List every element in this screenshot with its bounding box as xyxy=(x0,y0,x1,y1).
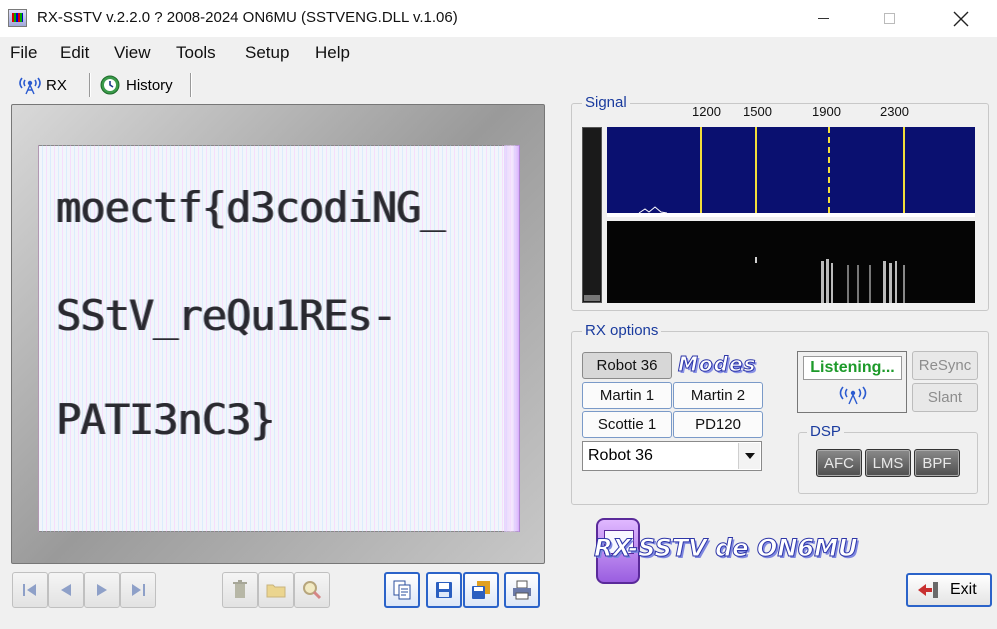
menu-file[interactable]: File xyxy=(10,43,37,63)
decoded-image: moectf{d3codiNG_ SStV_reQu1REs- PATI3nC3… xyxy=(38,145,520,532)
brand-logo-text: RX-SSTV de ON6MU xyxy=(593,534,858,563)
freq-marker-1500 xyxy=(755,127,757,213)
mode-martin2-button[interactable]: Martin 2 xyxy=(673,382,763,409)
prev-image-button[interactable] xyxy=(48,572,84,608)
spectrum-trace xyxy=(638,206,668,214)
menu-edit[interactable]: Edit xyxy=(60,43,89,63)
delete-button[interactable] xyxy=(222,572,258,608)
mode-scottie1-button[interactable]: Scottie 1 xyxy=(582,411,672,438)
print-button[interactable] xyxy=(504,572,540,608)
modes-logo: Modes xyxy=(677,352,757,377)
open-folder-button[interactable] xyxy=(258,572,294,608)
decoded-text-line: moectf{d3codiNG_ xyxy=(56,183,446,232)
lms-button[interactable]: LMS xyxy=(865,449,911,477)
freq-label-1200: 1200 xyxy=(692,104,721,119)
spectrum-display xyxy=(607,127,975,217)
save-icon xyxy=(436,582,452,598)
listening-status: Listening... xyxy=(803,356,902,380)
signal-level-meter xyxy=(582,127,602,303)
antenna-icon xyxy=(839,386,867,405)
save-as-icon xyxy=(472,581,490,599)
exit-label: Exit xyxy=(950,581,977,598)
resync-button[interactable]: ReSync xyxy=(912,351,978,380)
app-icon[interactable] xyxy=(8,9,27,27)
freq-marker-2300 xyxy=(903,127,905,213)
mode-select-value: Robot 36 xyxy=(588,447,653,464)
mode-robot36-button[interactable]: Robot 36 xyxy=(582,352,672,379)
minimize-icon xyxy=(817,18,829,19)
freq-marker-1200 xyxy=(700,127,702,213)
bpf-button[interactable]: BPF xyxy=(914,449,960,477)
zoom-icon xyxy=(303,581,322,600)
copy-button[interactable] xyxy=(384,572,420,608)
maximize-button[interactable] xyxy=(866,0,912,37)
menu-view[interactable]: View xyxy=(114,43,151,63)
tab-history-label: History xyxy=(126,76,173,94)
trash-icon xyxy=(233,580,247,598)
mode-pd120-button[interactable]: PD120 xyxy=(673,411,763,438)
folder-icon xyxy=(266,584,286,598)
menu-setup[interactable]: Setup xyxy=(245,43,289,63)
signal-label: Signal xyxy=(582,94,630,111)
menu-bar: File Edit View Tools Setup Help xyxy=(0,37,997,67)
tab-rx[interactable]: RX xyxy=(16,70,88,100)
chevron-down-icon[interactable] xyxy=(738,443,760,469)
maximize-icon xyxy=(883,13,895,24)
exit-button[interactable]: Exit xyxy=(906,573,992,607)
dsp-label: DSP xyxy=(807,423,844,440)
tab-rx-label: RX xyxy=(46,76,67,94)
decoded-text-line: SStV_reQu1REs- xyxy=(56,291,397,340)
close-icon xyxy=(953,11,969,26)
menu-help[interactable]: Help xyxy=(315,43,350,63)
next-image-button[interactable] xyxy=(84,572,120,608)
slant-button[interactable]: Slant xyxy=(912,383,978,412)
afc-button[interactable]: AFC xyxy=(816,449,862,477)
freq-marker-1900 xyxy=(828,127,830,213)
freq-label-1500: 1500 xyxy=(743,104,772,119)
waterfall-display xyxy=(607,221,975,303)
mode-martin1-button[interactable]: Martin 1 xyxy=(582,382,672,409)
last-image-button[interactable] xyxy=(120,572,156,608)
save-as-button[interactable] xyxy=(463,572,499,608)
close-button[interactable] xyxy=(938,0,984,37)
freq-label-2300: 2300 xyxy=(880,104,909,119)
minimize-button[interactable] xyxy=(800,0,846,37)
exit-icon xyxy=(918,582,938,598)
waterfall-signal xyxy=(755,257,905,303)
status-box: Listening... xyxy=(797,351,907,413)
first-image-button[interactable] xyxy=(12,572,48,608)
save-button[interactable] xyxy=(426,572,462,608)
antenna-icon xyxy=(19,77,41,95)
zoom-button[interactable] xyxy=(294,572,330,608)
last-icon xyxy=(132,584,145,596)
tab-history[interactable]: History xyxy=(96,70,192,100)
first-icon xyxy=(23,584,36,596)
mode-select[interactable]: Robot 36 xyxy=(582,441,762,471)
print-icon xyxy=(513,580,531,600)
window-title: RX-SSTV v.2.2.0 ? 2008-2024 ON6MU (SSTVE… xyxy=(37,9,458,26)
title-bar: RX-SSTV v.2.2.0 ? 2008-2024 ON6MU (SSTVE… xyxy=(0,0,997,37)
decoded-text-line: PATI3nC3} xyxy=(56,395,276,444)
tab-divider xyxy=(190,73,192,97)
freq-label-1900: 1900 xyxy=(812,104,841,119)
image-frame: moectf{d3codiNG_ SStV_reQu1REs- PATI3nC3… xyxy=(11,104,545,564)
next-icon xyxy=(97,584,107,596)
rx-options-label: RX options xyxy=(582,322,662,339)
prev-icon xyxy=(61,584,71,596)
brand-logo: RX-SSTV de ON6MU xyxy=(590,518,890,588)
history-icon xyxy=(100,75,120,95)
tab-divider xyxy=(89,73,91,97)
copy-icon xyxy=(393,580,411,600)
menu-tools[interactable]: Tools xyxy=(176,43,216,63)
